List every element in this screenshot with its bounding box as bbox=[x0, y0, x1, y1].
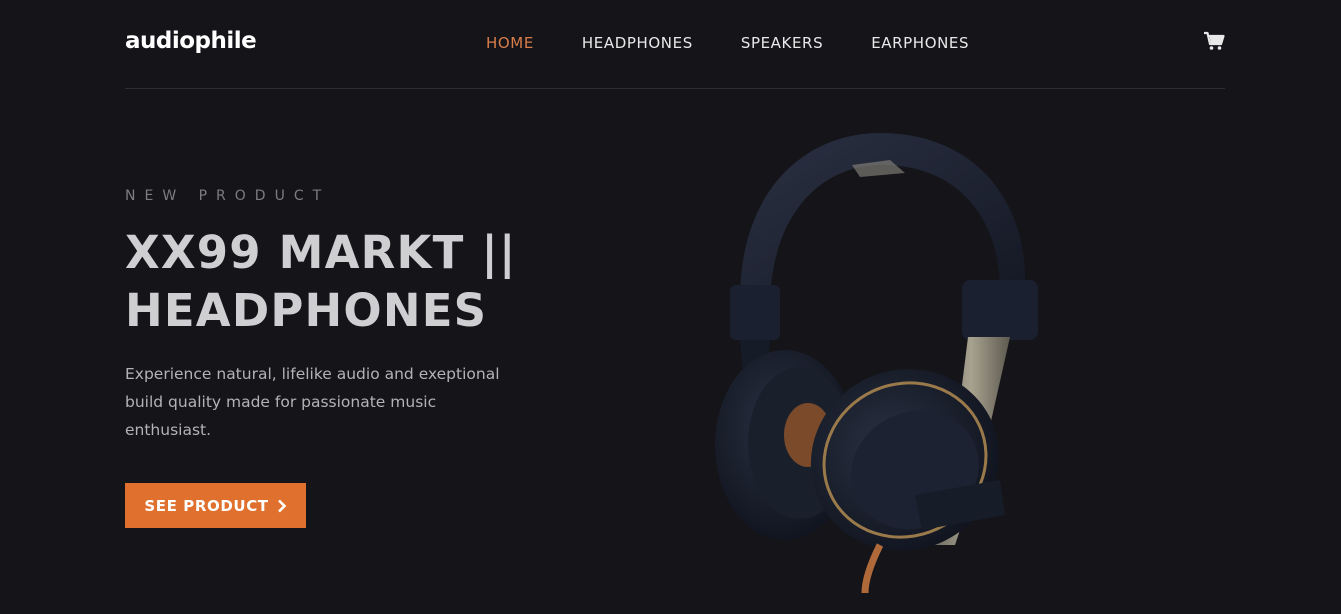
see-product-button[interactable]: SEE PRODUCT bbox=[125, 483, 306, 528]
nav-home[interactable]: HOME bbox=[486, 34, 534, 52]
logo[interactable]: audiophile bbox=[125, 28, 257, 54]
hero-title-line2: HEADPHONES bbox=[125, 284, 488, 337]
hero-text: NEW PRODUCT XX99 MARKT || HEADPHONES Exp… bbox=[125, 188, 545, 444]
hero-overline: NEW PRODUCT bbox=[125, 188, 331, 204]
hero-title: XX99 MARKT || HEADPHONES bbox=[125, 224, 545, 340]
hero-title-line1: XX99 MARKT || bbox=[125, 226, 517, 279]
chevron-right-icon bbox=[277, 499, 287, 513]
nav-earphones[interactable]: EARPHONES bbox=[871, 34, 969, 52]
cart-icon[interactable] bbox=[1203, 31, 1225, 51]
see-product-label: SEE PRODUCT bbox=[144, 496, 269, 515]
hero-description: Experience natural, lifelike audio and e… bbox=[125, 365, 500, 439]
headphones-image bbox=[700, 125, 1060, 595]
site-header: audiophile HOME HEADPHONES SPEAKERS EARP… bbox=[125, 0, 1225, 89]
nav-headphones[interactable]: HEADPHONES bbox=[582, 34, 693, 52]
nav-speakers[interactable]: SPEAKERS bbox=[741, 34, 823, 52]
main-nav: HOME HEADPHONES SPEAKERS EARPHONES bbox=[486, 34, 1017, 52]
